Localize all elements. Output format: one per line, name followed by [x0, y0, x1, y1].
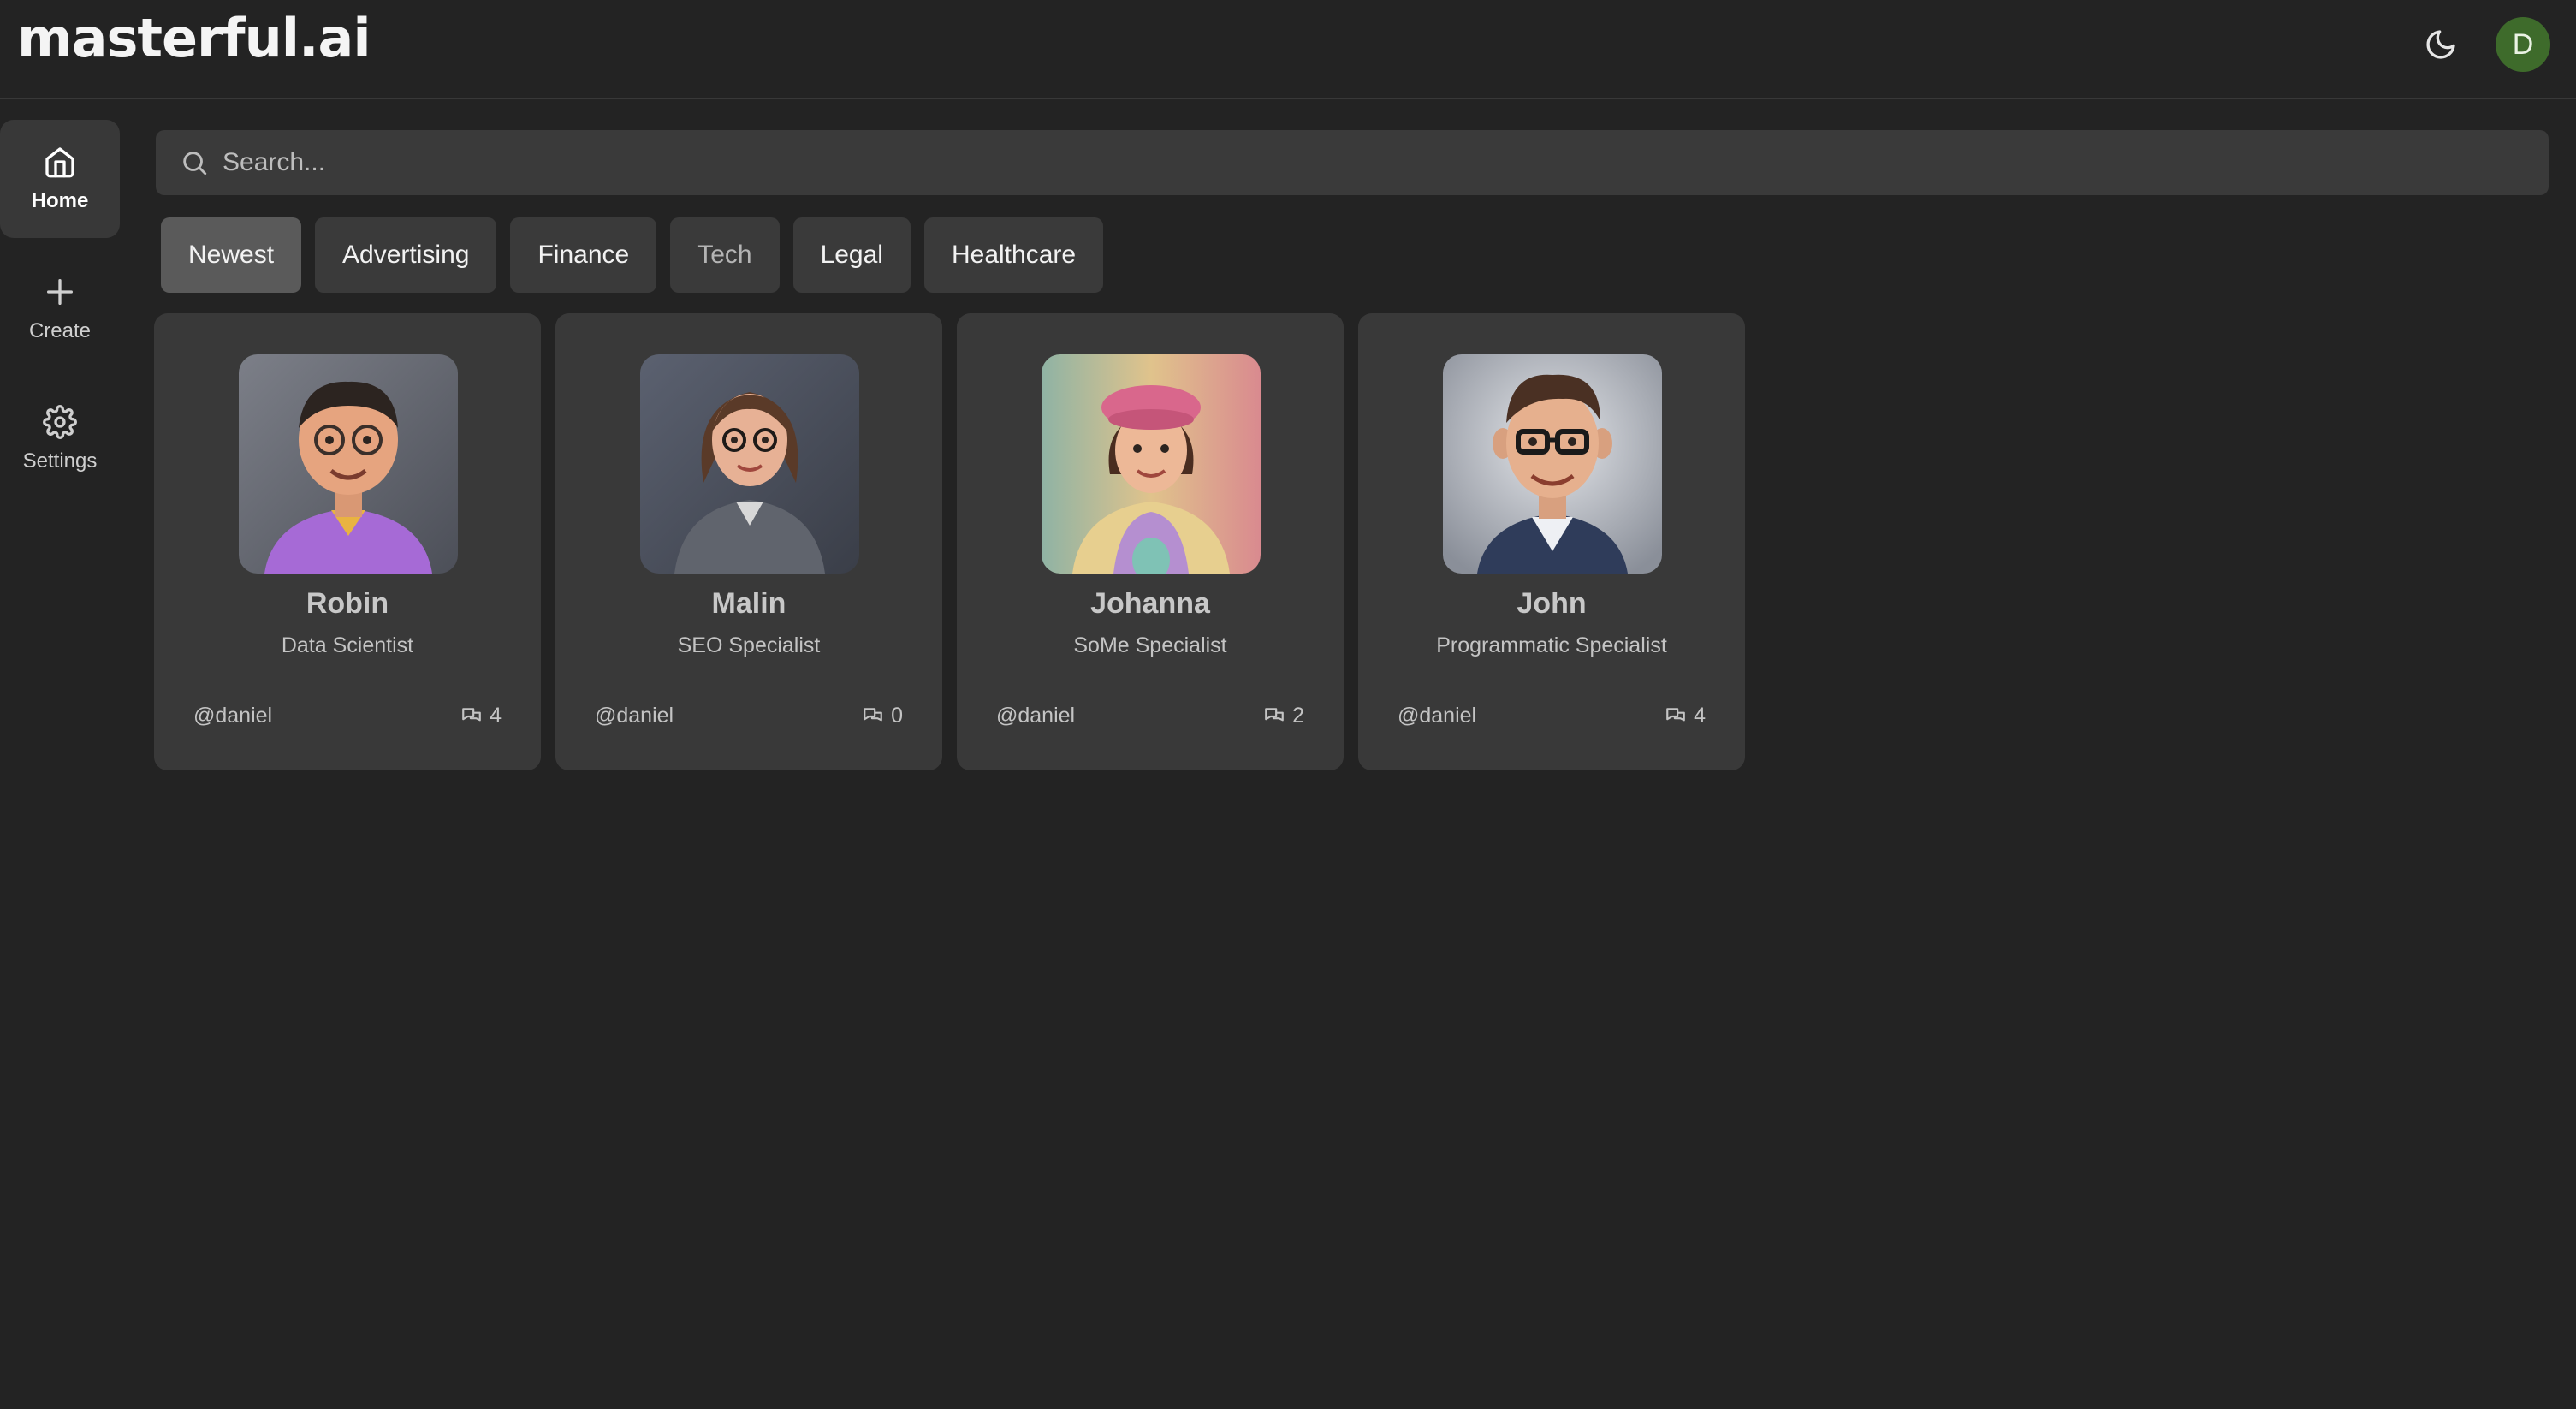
app-logo[interactable]: masterful.ai: [17, 7, 371, 69]
conversation-count: 2: [1263, 704, 1304, 728]
top-bar: masterful.ai D: [0, 0, 2576, 99]
assistant-name: Johanna: [1090, 587, 1210, 620]
assistant-card[interactable]: Johanna SoMe Specialist @daniel 2: [957, 313, 1344, 770]
category-filters: Newest Advertising Finance Tech Legal He…: [161, 217, 1117, 293]
plus-icon: [47, 279, 74, 305]
assistant-grid: Robin Data Scientist @daniel 4 Malin SEO…: [154, 313, 1760, 770]
assistant-role: Data Scientist: [281, 633, 414, 657]
assistant-card[interactable]: Malin SEO Specialist @daniel 0: [555, 313, 942, 770]
sidebar-item-create[interactable]: Create: [0, 250, 120, 368]
user-avatar[interactable]: D: [2496, 17, 2550, 72]
assistant-author: @daniel: [193, 704, 273, 728]
assistant-author: @daniel: [996, 704, 1076, 728]
filter-healthcare[interactable]: Healthcare: [923, 217, 1104, 293]
filter-advertising[interactable]: Advertising: [315, 217, 497, 293]
sidebar-item-label: Home: [31, 189, 89, 212]
search-input[interactable]: [223, 148, 2448, 177]
assistant-author: @daniel: [1398, 704, 1477, 728]
conversation-count-value: 4: [1694, 704, 1706, 728]
sidebar-item-settings[interactable]: Settings: [0, 380, 120, 498]
assistant-card[interactable]: John Programmatic Specialist @daniel 4: [1358, 313, 1745, 770]
assistant-name: Robin: [306, 587, 389, 620]
assistant-role: Programmatic Specialist: [1436, 633, 1667, 657]
sidebar-item-label: Settings: [22, 449, 98, 473]
assistant-portrait: [239, 354, 458, 574]
sidebar: Home Create Settings: [0, 120, 120, 510]
conversation-count: 4: [460, 704, 502, 728]
assistant-card[interactable]: Robin Data Scientist @daniel 4: [154, 313, 541, 770]
assistant-role: SoMe Specialist: [1073, 633, 1227, 657]
filter-tech[interactable]: Tech: [670, 217, 780, 293]
conversation-count-value: 2: [1292, 704, 1304, 728]
filter-newest[interactable]: Newest: [161, 217, 302, 293]
filter-finance[interactable]: Finance: [510, 217, 657, 293]
sidebar-item-home[interactable]: Home: [0, 120, 120, 238]
sidebar-item-label: Create: [28, 319, 92, 342]
conversation-count: 4: [1665, 704, 1706, 728]
conversation-count-value: 0: [891, 704, 903, 728]
moon-icon[interactable]: [2424, 27, 2458, 62]
assistant-role: SEO Specialist: [677, 633, 821, 657]
gear-icon: [43, 405, 77, 439]
assistant-name: John: [1517, 587, 1587, 620]
assistant-name: Malin: [711, 587, 786, 620]
assistant-author: @daniel: [595, 704, 674, 728]
assistant-portrait: [1042, 354, 1261, 574]
chat-icon: [1265, 707, 1284, 721]
chat-icon: [1666, 707, 1685, 721]
search-bar: [156, 130, 2549, 195]
home-icon: [45, 147, 74, 178]
assistant-portrait: [640, 354, 859, 574]
chat-icon: [864, 707, 882, 721]
assistant-portrait: [1443, 354, 1662, 574]
conversation-count: 0: [862, 704, 903, 728]
filter-legal[interactable]: Legal: [792, 217, 911, 293]
search-icon: [183, 152, 207, 175]
chat-icon: [462, 707, 481, 721]
conversation-count-value: 4: [490, 704, 502, 728]
